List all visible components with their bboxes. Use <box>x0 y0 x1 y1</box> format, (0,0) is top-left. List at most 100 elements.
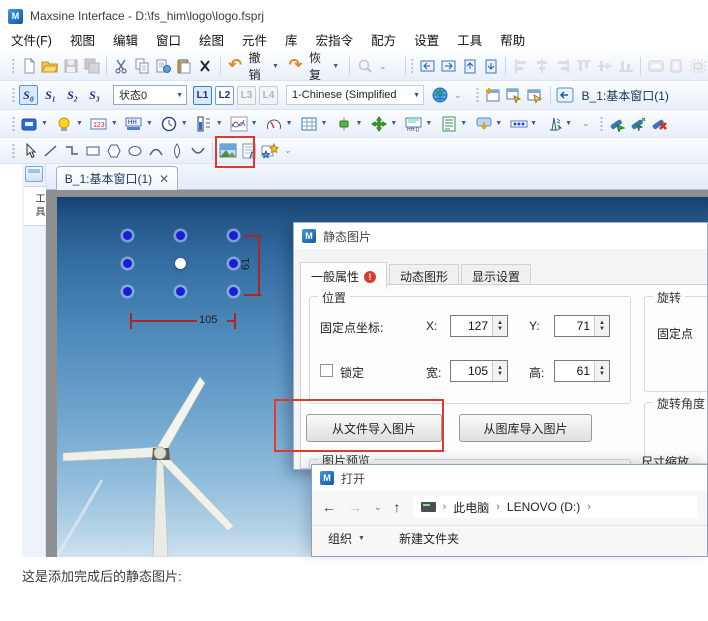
arc-flipped-tool[interactable] <box>187 140 208 161</box>
chevron-down-icon[interactable]: ▼ <box>181 120 188 127</box>
chevron-down-icon[interactable]: ▼ <box>425 120 432 127</box>
chevron-down-icon[interactable]: ▼ <box>530 120 537 127</box>
menu-window[interactable]: 窗口 <box>147 27 190 52</box>
toolbar-overflow-icon[interactable]: ⌄ <box>379 61 387 72</box>
nudge-down-button[interactable] <box>480 56 501 77</box>
redo-dropdown-icon[interactable]: ▼ <box>332 63 339 70</box>
layer-2-button[interactable]: L2 <box>215 86 234 105</box>
state-0-button[interactable]: S₀ <box>19 85 38 105</box>
chevron-down-icon[interactable]: ▼ <box>251 120 258 127</box>
chevron-down-icon[interactable]: ▼ <box>41 120 48 127</box>
chevron-down-icon[interactable]: ▼ <box>390 120 397 127</box>
align-left-button[interactable] <box>510 56 531 77</box>
menu-tools[interactable]: 工具 <box>448 27 491 52</box>
effects-tool[interactable] <box>259 140 280 161</box>
vertical-panel-tab[interactable]: 工具 <box>24 186 47 226</box>
align-bottom-button[interactable] <box>615 56 636 77</box>
spinner-arrows-icon[interactable]: ▲▼ <box>594 316 609 336</box>
y-spinner[interactable]: 71 ▲▼ <box>554 315 610 337</box>
import-from-library-button[interactable]: 从图库导入图片 <box>459 414 592 442</box>
numeric-display-tool[interactable]: 123 <box>89 113 110 134</box>
ellipse-tool[interactable] <box>124 140 145 161</box>
breadcrumb-drive-d[interactable]: LENOVO (D:) <box>507 500 580 514</box>
new-file-button[interactable] <box>18 56 39 77</box>
recipe-list-tool[interactable] <box>438 113 459 134</box>
tab-basic-window[interactable]: B_1:基本窗口(1) ✕ <box>56 166 178 190</box>
handle-top-center[interactable] <box>176 231 185 240</box>
align-center-button[interactable] <box>531 56 552 77</box>
chevron-down-icon[interactable]: ▼ <box>146 120 153 127</box>
handle-top-left[interactable] <box>123 231 132 240</box>
chevron-down-icon[interactable]: ▼ <box>565 120 572 127</box>
tab-general-properties[interactable]: 一般属性 ! <box>300 262 387 289</box>
macro-stop-button[interactable] <box>649 113 670 134</box>
menu-help[interactable]: 帮助 <box>491 27 534 52</box>
trend-chart-tool[interactable] <box>229 113 250 134</box>
rectangle-tool[interactable] <box>82 140 103 161</box>
slider-tool[interactable] <box>333 113 354 134</box>
bar-graph-tool[interactable] <box>194 113 215 134</box>
window-selector[interactable]: B_1:基本窗口(1) <box>582 87 669 104</box>
menu-draw[interactable]: 绘图 <box>190 27 233 52</box>
height-spinner[interactable]: 61 ▲▼ <box>554 360 610 382</box>
layer-1-button[interactable]: L1 <box>193 86 212 105</box>
breadcrumb-this-pc[interactable]: 此电脑 <box>453 499 489 516</box>
spinner-arrows-icon[interactable]: ▲▼ <box>594 361 609 381</box>
touch-key-tool[interactable] <box>473 113 494 134</box>
move-element-tool[interactable] <box>368 113 389 134</box>
same-size-button[interactable] <box>687 56 708 77</box>
switch-window-button[interactable] <box>555 85 576 106</box>
undo-icon[interactable]: ↶ <box>225 56 246 77</box>
search-icon[interactable] <box>354 56 375 77</box>
spinner-arrows-icon[interactable]: ▲▼ <box>492 316 507 336</box>
address-bar[interactable]: › 此电脑 › LENOVO (D:) › <box>413 496 697 518</box>
menu-settings[interactable]: 设置 <box>405 27 448 52</box>
same-width-button[interactable] <box>645 56 666 77</box>
menu-view[interactable]: 视图 <box>61 27 104 52</box>
table-tool[interactable] <box>299 113 320 134</box>
toolbar-overflow-icon[interactable]: ⌄ <box>284 145 292 156</box>
handle-bottom-right[interactable] <box>229 287 238 296</box>
redo-button[interactable]: 恢复 <box>309 49 328 83</box>
lens-tool[interactable] <box>166 140 187 161</box>
clock-tool[interactable] <box>159 113 180 134</box>
state-1-button[interactable]: S₁ <box>41 85 60 105</box>
save-all-button[interactable] <box>81 56 102 77</box>
globe-icon[interactable] <box>429 85 450 106</box>
new-window-button[interactable] <box>483 85 504 106</box>
tab-close-icon[interactable]: ✕ <box>159 172 169 186</box>
panel-toggle-icon[interactable] <box>25 166 43 182</box>
state-3-button[interactable]: S₃ <box>85 85 104 105</box>
x-spinner[interactable]: 127 ▲▼ <box>450 315 508 337</box>
chevron-down-icon[interactable]: ▼ <box>355 120 362 127</box>
arc-tool[interactable] <box>145 140 166 161</box>
forward-icon[interactable]: → <box>348 500 362 514</box>
time-display-tool[interactable]: HH:() <box>403 113 424 134</box>
chevron-down-icon[interactable]: ▼ <box>321 120 328 127</box>
handle-center[interactable] <box>175 258 186 269</box>
align-right-button[interactable] <box>552 56 573 77</box>
copy-window-button[interactable] <box>504 85 525 106</box>
macro-step-button[interactable] <box>628 113 649 134</box>
save-button[interactable] <box>60 56 81 77</box>
chevron-down-icon[interactable]: ▼ <box>216 120 223 127</box>
layer-3-button[interactable]: L3 <box>237 86 256 105</box>
bit-button-tool[interactable] <box>19 113 40 134</box>
delete-button[interactable] <box>195 56 216 77</box>
handle-bottom-left[interactable] <box>123 287 132 296</box>
toolbar-overflow-icon[interactable]: ⌄ <box>582 118 590 129</box>
menu-library[interactable]: 库 <box>276 27 307 52</box>
select-cursor-tool[interactable] <box>19 140 40 161</box>
organize-menu[interactable]: 组织 ▼ <box>328 530 365 547</box>
up-icon[interactable]: ↑ <box>394 500 401 514</box>
cut-button[interactable] <box>111 56 132 77</box>
paste-button[interactable] <box>174 56 195 77</box>
chevron-down-icon[interactable]: ▼ <box>76 120 83 127</box>
meter-tool[interactable] <box>264 113 285 134</box>
toolbar-overflow-icon[interactable]: ⌄ <box>454 90 462 101</box>
copy-button[interactable] <box>132 56 153 77</box>
new-folder-button[interactable]: 新建文件夹 <box>399 530 459 547</box>
undo-button[interactable]: 撤销 <box>249 49 268 83</box>
chevron-down-icon[interactable]: ▼ <box>111 120 118 127</box>
align-middle-button[interactable] <box>594 56 615 77</box>
